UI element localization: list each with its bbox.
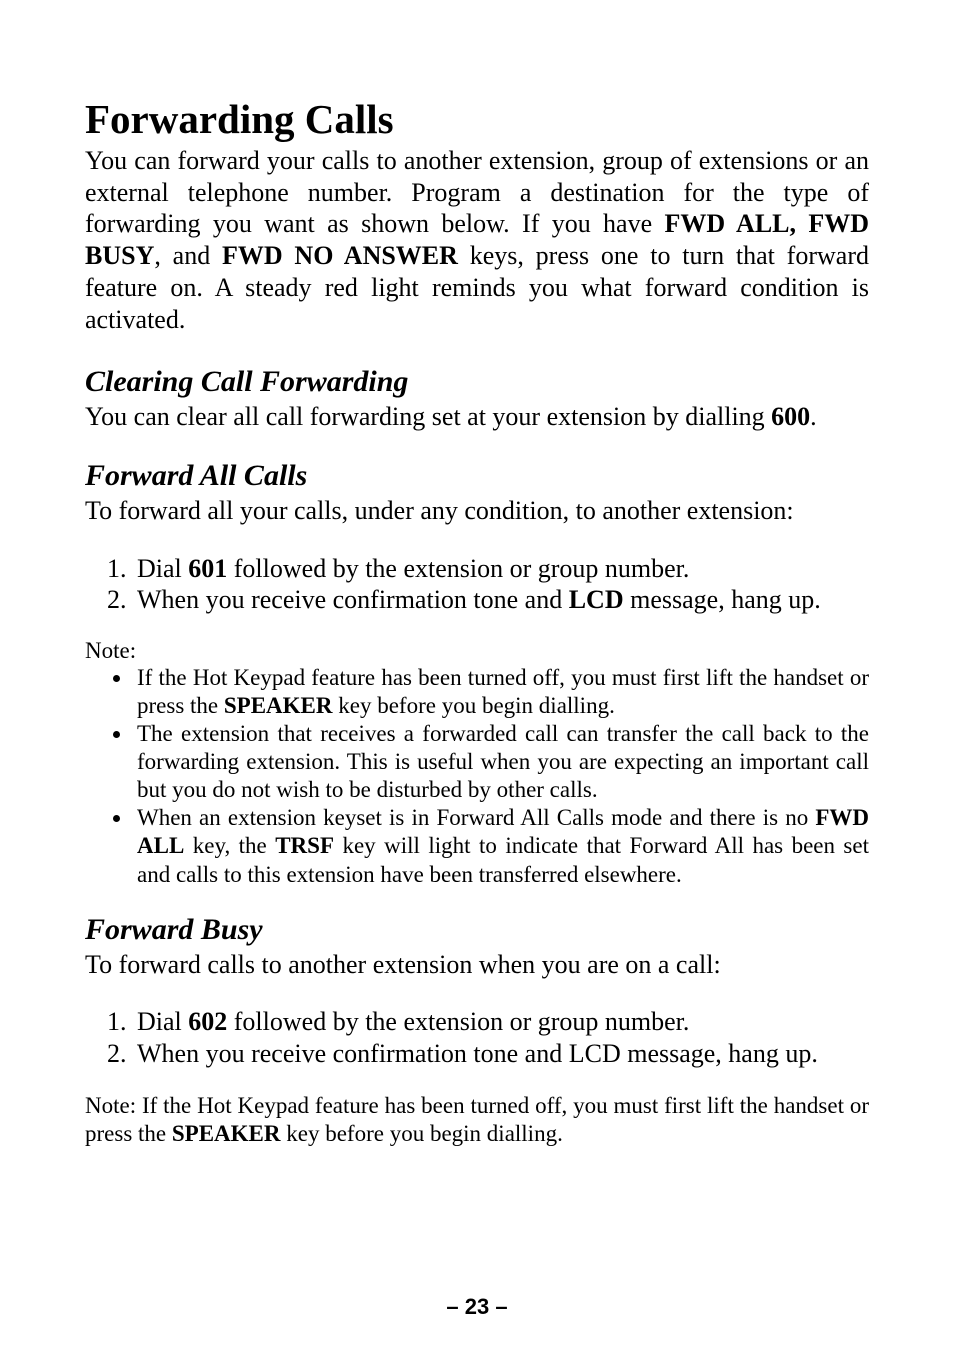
list-item: When you receive confirmation tone and L… [133,1038,869,1070]
list-item: If the Hot Keypad feature has been turne… [133,664,869,720]
step-text: message, hang up. [621,1039,818,1068]
steps-fwd-all: Dial 601 followed by the extension or gr… [85,553,869,616]
note-text: key before you begin dialling. [333,693,615,718]
note-label: Note: [85,638,869,664]
note-text: key, the [184,833,275,858]
step-key: LCD [569,585,624,614]
note-key: SPEAKER [172,1121,281,1146]
intro-paragraph: You can forward your calls to another ex… [85,145,869,335]
clearing-text-2: . [810,402,817,431]
notes-fwd-all: If the Hot Keypad feature has been turne… [85,664,869,888]
step-text: Dial [137,554,188,583]
para-fwd-all: To forward all your calls, under any con… [85,495,869,527]
note-text: When an extension keyset is in Forward A… [137,805,815,830]
step-code: 601 [188,554,227,583]
clearing-code: 600 [771,402,810,431]
para-fwd-busy: To forward calls to another extension wh… [85,949,869,981]
intro-key-2: FWD NO ANSWER [222,241,458,270]
intro-text-2: , and [154,241,222,270]
note-fwd-busy: Note: If the Hot Keypad feature has been… [85,1092,869,1148]
step-code: 602 [188,1007,227,1036]
para-clearing: You can clear all call forwarding set at… [85,401,869,433]
step-text: Dial [137,1007,188,1036]
note-key: TRSF [275,833,334,858]
list-item: When an extension keyset is in Forward A… [133,804,869,888]
step-text: When you receive confirmation tone and [137,585,569,614]
page-number: – 23 – [0,1294,954,1320]
heading-clearing: Clearing Call Forwarding [85,365,869,399]
step-text: followed by the extension or group numbe… [227,554,689,583]
step-text: followed by the extension or group numbe… [227,1007,689,1036]
heading-fwd-busy: Forward Busy [85,913,869,947]
step-key: LCD [569,1039,621,1068]
page-title: Forwarding Calls [85,95,869,143]
list-item: Dial 601 followed by the extension or gr… [133,553,869,585]
list-item: The extension that receives a forwarded … [133,720,869,804]
step-text: When you receive confirmation tone and [137,1039,569,1068]
note-key: SPEAKER [224,693,333,718]
clearing-text-1: You can clear all call forwarding set at… [85,402,771,431]
step-text: message, hang up. [624,585,821,614]
list-item: Dial 602 followed by the extension or gr… [133,1006,869,1038]
heading-fwd-all: Forward All Calls [85,459,869,493]
note-text: key before you begin dialling. [281,1121,563,1146]
steps-fwd-busy: Dial 602 followed by the extension or gr… [85,1006,869,1069]
list-item: When you receive confirmation tone and L… [133,584,869,616]
